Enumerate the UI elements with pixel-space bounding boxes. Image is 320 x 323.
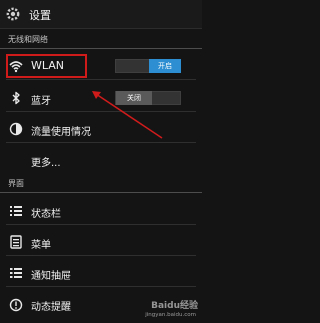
settings-item-data-usage[interactable]: 流量使用情况: [0, 115, 202, 143]
toggle-off-label: 关闭: [116, 91, 152, 105]
settings-item-label: 状态栏: [31, 209, 61, 220]
watermark-url: jingyan.baidu.com: [145, 312, 196, 318]
watermark-brand: Baidu经验: [151, 301, 198, 311]
settings-item-menu[interactable]: 菜单: [0, 228, 202, 256]
row-divider: [6, 79, 196, 80]
settings-item-label: 动态提醒: [31, 302, 71, 313]
menu-icon: [10, 235, 22, 249]
settings-item-label: 更多...: [31, 158, 61, 169]
section-header-wireless: 无线和网络: [0, 31, 202, 49]
page-title: 设置: [29, 9, 51, 22]
annotation-highlight-box: [6, 54, 87, 78]
settings-item-notification-drawer[interactable]: 通知抽屉: [0, 259, 202, 287]
section-divider: [0, 48, 202, 49]
notification-drawer-icon: [10, 268, 22, 278]
section-header-display: 界面: [0, 175, 202, 193]
settings-item-bluetooth[interactable]: 蓝牙 关闭: [0, 84, 202, 112]
settings-item-label: 菜单: [31, 240, 51, 251]
row-divider: [6, 286, 196, 287]
bluetooth-toggle[interactable]: 关闭: [115, 91, 181, 105]
status-bar-icon: [10, 206, 22, 216]
settings-item-label: 通知抽屉: [31, 271, 71, 282]
settings-item-status-bar[interactable]: 状态栏: [0, 197, 202, 225]
settings-item-label: 蓝牙: [31, 96, 51, 107]
row-divider: [6, 224, 196, 225]
row-divider: [6, 111, 196, 112]
settings-item-label: 流量使用情况: [31, 127, 91, 138]
reminder-icon: [9, 298, 23, 312]
wlan-toggle[interactable]: 开启: [115, 59, 181, 73]
section-divider: [0, 192, 202, 193]
title-bar: 设置: [0, 0, 202, 29]
bluetooth-icon: [12, 91, 20, 105]
section-label: 无线和网络: [8, 35, 48, 44]
row-divider: [6, 142, 196, 143]
row-divider: [6, 255, 196, 256]
settings-icon[interactable]: [5, 6, 21, 22]
toggle-on-label: 开启: [149, 59, 181, 73]
data-usage-icon: [9, 122, 23, 136]
settings-item-more[interactable]: 更多...: [0, 146, 202, 174]
section-label: 界面: [8, 179, 24, 188]
